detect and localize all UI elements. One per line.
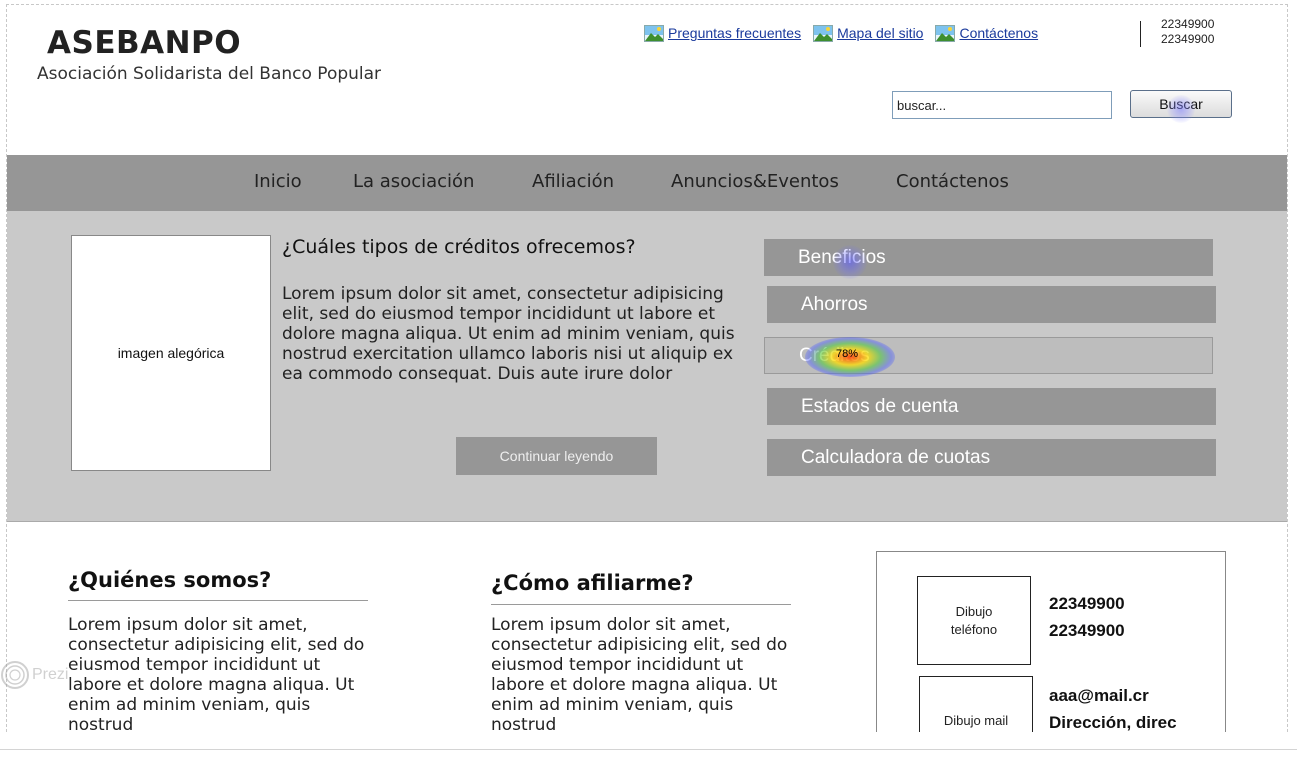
contact-link[interactable]: Contáctenos bbox=[959, 25, 1038, 41]
join-text: Lorem ipsum dolor sit amet, consectetur … bbox=[491, 615, 788, 732]
about-text: Lorem ipsum dolor sit amet, consectetur … bbox=[68, 615, 365, 732]
nav-item-anuncios[interactable]: Anuncios&Eventos bbox=[671, 171, 839, 192]
header-phone-2: 22349900 bbox=[1161, 32, 1215, 46]
menu-item-ahorros[interactable]: Ahorros bbox=[767, 286, 1216, 323]
hero-image-placeholder: imagen alegórica bbox=[71, 235, 271, 471]
join-title: ¿Cómo afiliarme? bbox=[491, 571, 694, 595]
contact-box: Dibujo teléfono 22349900 22349900 Dibujo… bbox=[876, 551, 1226, 732]
header-phone-1: 22349900 bbox=[1161, 17, 1215, 31]
header-divider bbox=[1140, 21, 1141, 47]
mail-drawing-placeholder: Dibujo mail bbox=[919, 676, 1033, 732]
toplink-faq[interactable]: Preguntas frecuentes bbox=[644, 24, 801, 42]
menu-item-creditos[interactable]: Créditos bbox=[764, 337, 1213, 374]
mail-drawing-label: Dibujo mail bbox=[943, 712, 1009, 728]
contact-phones: 22349900 22349900 bbox=[1049, 590, 1125, 644]
nav-item-asociacion[interactable]: La asociación bbox=[353, 171, 474, 192]
contact-phone-2: 22349900 bbox=[1049, 621, 1125, 640]
image-icon bbox=[813, 24, 834, 42]
prezi-watermark: Prezi bbox=[0, 660, 68, 690]
contact-email[interactable]: aaa@mail.cr bbox=[1049, 682, 1177, 709]
continue-reading-button[interactable]: Continuar leyendo bbox=[456, 437, 657, 475]
search-input[interactable]: buscar... bbox=[892, 91, 1112, 119]
site-subtitle: Asociación Solidarista del Banco Popular bbox=[37, 64, 382, 84]
nav-item-contactenos[interactable]: Contáctenos bbox=[896, 171, 1009, 192]
nav-item-inicio[interactable]: Inicio bbox=[254, 171, 302, 192]
hero-text: Lorem ipsum dolor sit amet, consectetur … bbox=[282, 284, 735, 384]
prezi-logo-icon bbox=[1, 661, 29, 689]
contact-details: aaa@mail.cr Dirección, direc bbox=[1049, 682, 1177, 732]
sitemap-link[interactable]: Mapa del sitio bbox=[837, 25, 923, 41]
contact-address: Dirección, direc bbox=[1049, 713, 1177, 732]
heatmap-percentage: 78% bbox=[836, 348, 859, 360]
menu-item-estados[interactable]: Estados de cuenta bbox=[767, 388, 1216, 425]
toplink-sitemap[interactable]: Mapa del sitio bbox=[813, 24, 923, 42]
nav-item-afiliacion[interactable]: Afiliación bbox=[532, 171, 614, 192]
phone-drawing-placeholder: Dibujo teléfono bbox=[917, 576, 1031, 665]
hero-title: ¿Cuáles tipos de créditos ofrecemos? bbox=[282, 236, 636, 258]
bottom-divider bbox=[0, 749, 1297, 750]
phone-drawing-label: Dibujo teléfono bbox=[950, 603, 998, 637]
top-links: Preguntas frecuentes Mapa del sitio Cont… bbox=[644, 21, 1050, 45]
faq-link[interactable]: Preguntas frecuentes bbox=[668, 25, 801, 41]
search-button[interactable]: Buscar bbox=[1130, 90, 1232, 118]
contact-phone-1: 22349900 bbox=[1049, 594, 1125, 613]
about-divider bbox=[68, 600, 368, 601]
toplink-contact[interactable]: Contáctenos bbox=[935, 24, 1038, 42]
page-frame: ASEBANPO Asociación Solidarista del Banc… bbox=[6, 4, 1288, 732]
image-icon bbox=[644, 24, 664, 42]
main-nav: Inicio La asociación Afiliación Anuncios… bbox=[7, 155, 1287, 211]
hero-section: imagen alegórica ¿Cuáles tipos de crédit… bbox=[7, 211, 1287, 522]
menu-item-calculadora[interactable]: Calculadora de cuotas bbox=[767, 439, 1216, 476]
hero-image-label: imagen alegórica bbox=[117, 345, 225, 361]
site-logo[interactable]: ASEBANPO bbox=[47, 25, 241, 61]
image-icon bbox=[935, 24, 956, 42]
about-title: ¿Quiénes somos? bbox=[68, 568, 272, 592]
header-phones: 22349900 22349900 bbox=[1161, 17, 1214, 47]
prezi-watermark-text: Prezi bbox=[32, 666, 69, 683]
menu-item-beneficios[interactable]: Beneficios bbox=[764, 239, 1213, 276]
join-divider bbox=[491, 604, 791, 605]
